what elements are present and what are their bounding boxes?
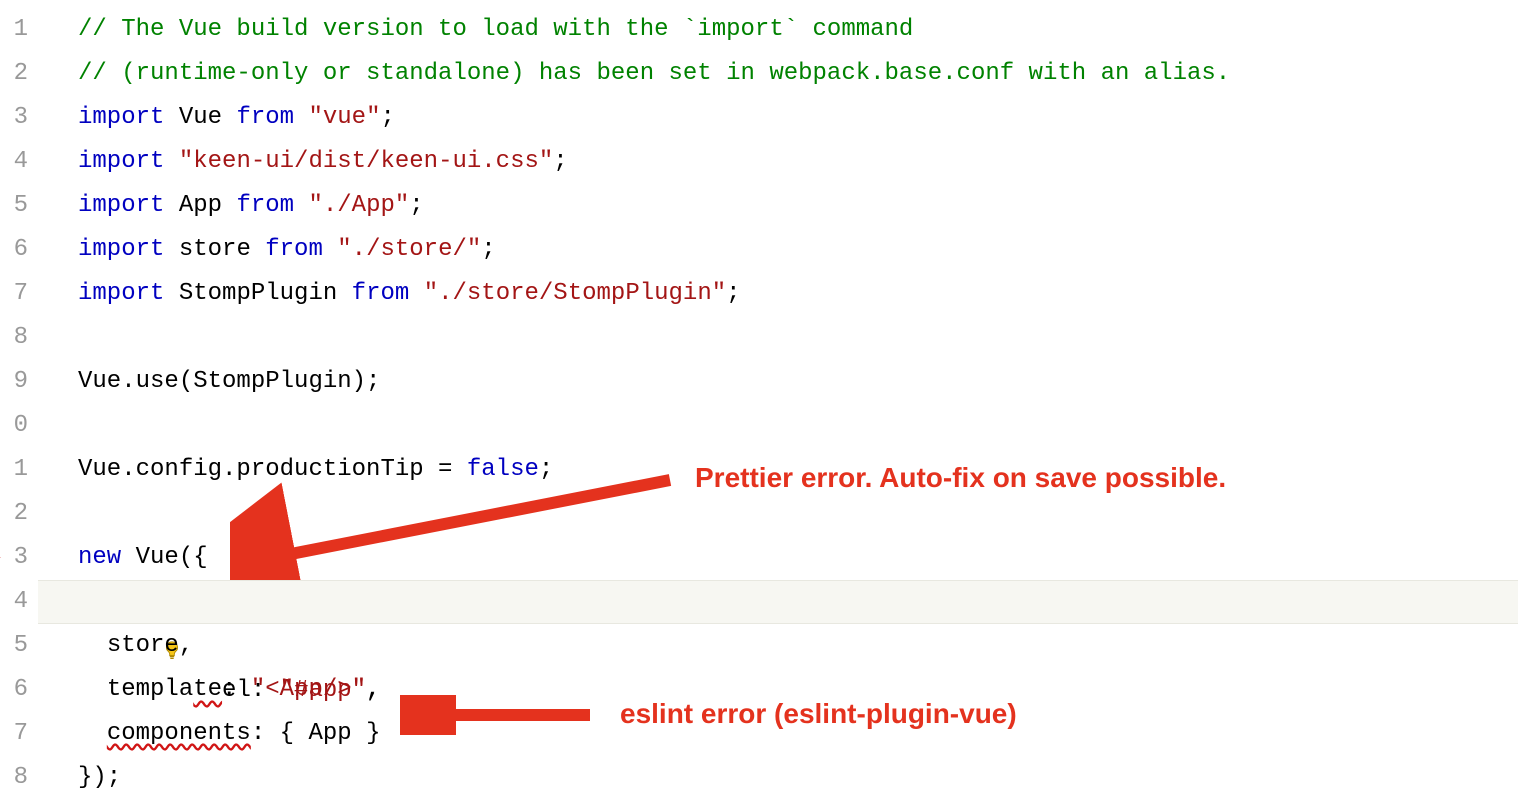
code-line[interactable]: });: [38, 756, 1518, 800]
line-number: 2: [0, 492, 28, 536]
statement-token: Vue.use(StompPlugin);: [78, 368, 380, 395]
code-line[interactable]: new Vue({: [38, 536, 1518, 580]
identifier-token: StompPlugin: [179, 280, 337, 307]
comment-token: // (runtime-only or standalone) has been…: [78, 60, 1230, 87]
string-token: "vue": [308, 104, 380, 131]
line-number: 7: [0, 712, 28, 756]
line-number: 6: [0, 668, 28, 712]
indent: [78, 632, 107, 659]
line-number: 6: [0, 228, 28, 272]
line-number: 1: [0, 8, 28, 52]
fold-marker-icon[interactable]: ▶: [0, 536, 1, 580]
keyword-token: import: [78, 236, 164, 263]
code-line[interactable]: import Vue from "vue";: [38, 96, 1518, 140]
identifier-token: Vue({: [121, 544, 207, 571]
code-area[interactable]: // The Vue build version to load with th…: [38, 0, 1518, 796]
line-number: 4: [0, 140, 28, 184]
punct-token: ;: [481, 236, 495, 263]
code-line[interactable]: import App from "./App";: [38, 184, 1518, 228]
keyword-token: from: [236, 192, 294, 219]
code-line[interactable]: components: { App }: [38, 712, 1518, 756]
indent: [78, 676, 107, 703]
line-number: 8: [0, 756, 28, 800]
punct-token: ;: [409, 192, 423, 219]
punct-token: ;: [539, 456, 553, 483]
line-number: 5: [0, 624, 28, 668]
line-number: 0: [0, 404, 28, 448]
indent: [78, 720, 107, 747]
statement-token: store,: [107, 632, 193, 659]
keyword-token: from: [352, 280, 410, 307]
keyword-token: import: [78, 280, 164, 307]
punct-token: ;: [380, 104, 394, 131]
line-number: 5: [0, 184, 28, 228]
keyword-token: import: [78, 104, 164, 131]
string-token: "keen-ui/dist/keen-ui.css": [179, 148, 553, 175]
code-line-active[interactable]: el: "#app",: [38, 580, 1518, 624]
line-number: 3: [0, 96, 28, 140]
line-number: 4: [0, 580, 28, 624]
code-line[interactable]: [38, 404, 1518, 448]
identifier-token: store: [179, 236, 251, 263]
code-line[interactable]: Vue.use(StompPlugin);: [38, 360, 1518, 404]
code-line[interactable]: import StompPlugin from "./store/StompPl…: [38, 272, 1518, 316]
code-line[interactable]: template: "<App/>",: [38, 668, 1518, 712]
code-line[interactable]: [38, 492, 1518, 536]
punct-token: ;: [553, 148, 567, 175]
punct-token: ;: [726, 280, 740, 307]
string-token: "./store/": [337, 236, 481, 263]
identifier-token: Vue: [179, 104, 222, 131]
line-number: ▶3: [0, 536, 28, 580]
comment-token: // The Vue build version to load with th…: [78, 16, 913, 43]
error-squiggle: components: [107, 720, 251, 747]
property-key: template:: [107, 676, 251, 703]
statement-token: });: [78, 764, 121, 791]
line-number-gutter: 1 2 3 4 5 6 7 8 9 0 1 2 ▶3 4 5 6 7 8: [0, 0, 38, 796]
code-line[interactable]: import "keen-ui/dist/keen-ui.css";: [38, 140, 1518, 184]
string-token: "./App": [308, 192, 409, 219]
identifier-token: App: [179, 192, 222, 219]
line-number: 8: [0, 316, 28, 360]
string-token: "<App/>": [251, 676, 366, 703]
punct-token: ,: [366, 676, 380, 703]
code-line[interactable]: import store from "./store/";: [38, 228, 1518, 272]
property-value: : { App }: [251, 720, 381, 747]
keyword-token: new: [78, 544, 121, 571]
string-token: "./store/StompPlugin": [424, 280, 726, 307]
code-editor[interactable]: 1 2 3 4 5 6 7 8 9 0 1 2 ▶3 4 5 6 7 8 // …: [0, 0, 1518, 796]
lhs-token: Vue.config.productionTip =: [78, 456, 467, 483]
code-line[interactable]: // (runtime-only or standalone) has been…: [38, 52, 1518, 96]
code-line[interactable]: Vue.config.productionTip = false;: [38, 448, 1518, 492]
code-line[interactable]: // The Vue build version to load with th…: [38, 8, 1518, 52]
keyword-token: from: [236, 104, 294, 131]
line-number: 9: [0, 360, 28, 404]
keyword-token: import: [78, 192, 164, 219]
lightbulb-icon[interactable]: [46, 591, 68, 613]
keyword-token: from: [265, 236, 323, 263]
line-number: 2: [0, 52, 28, 96]
line-number: 1: [0, 448, 28, 492]
line-number: 7: [0, 272, 28, 316]
code-line[interactable]: store,: [38, 624, 1518, 668]
keyword-token: import: [78, 148, 164, 175]
keyword-token: false: [467, 456, 539, 483]
code-line[interactable]: [38, 316, 1518, 360]
